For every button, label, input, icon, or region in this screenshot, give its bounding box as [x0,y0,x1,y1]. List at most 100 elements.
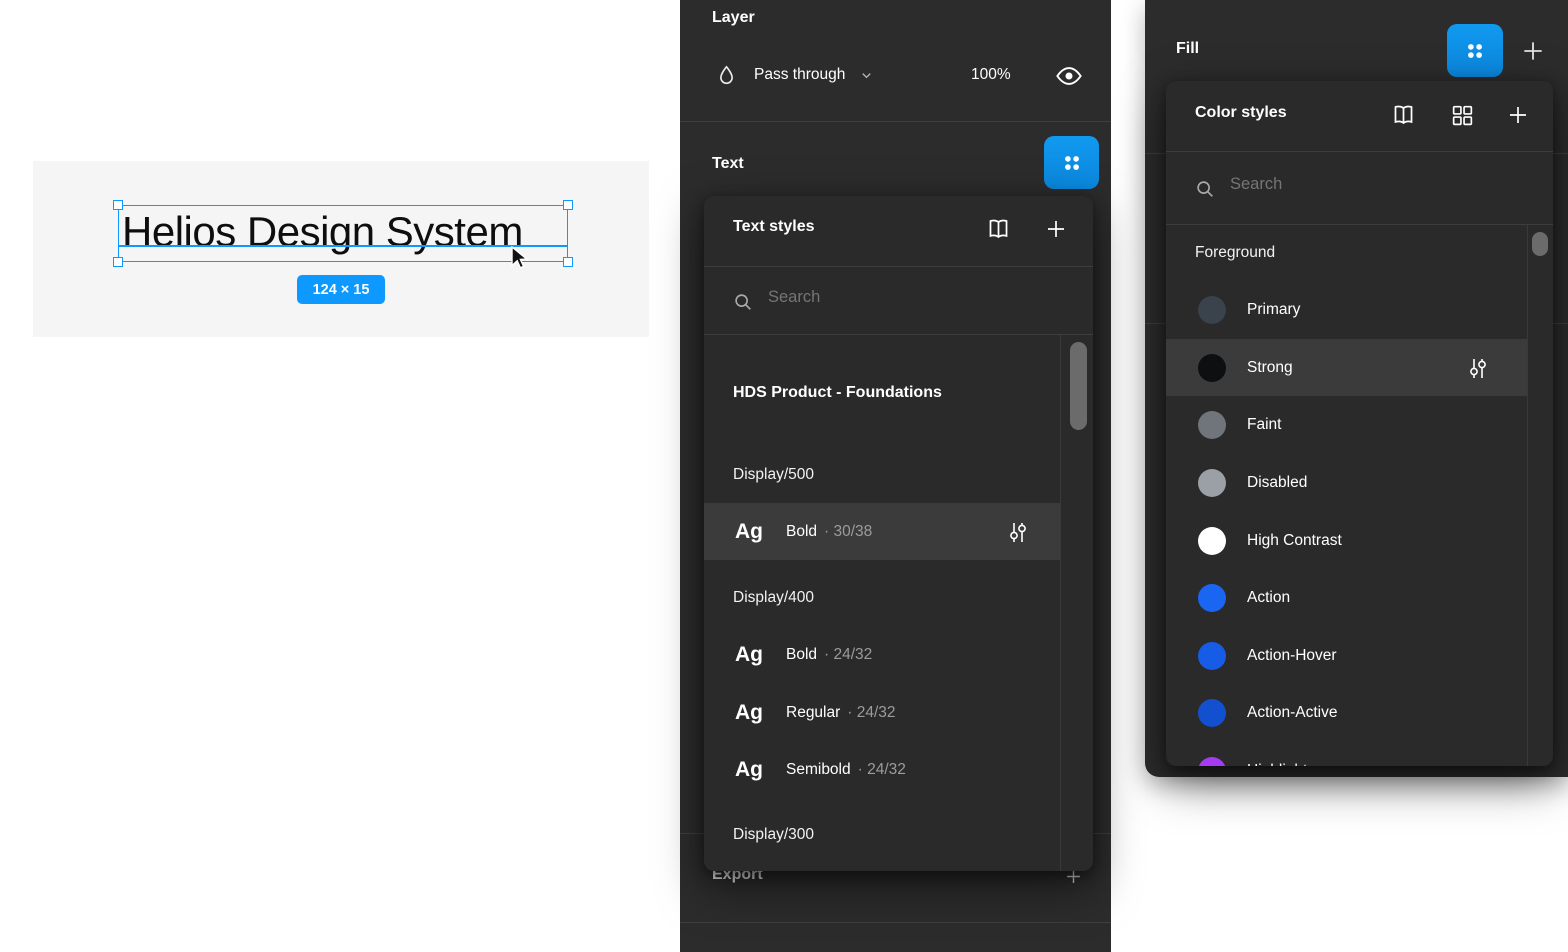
selection-handle-bottom-left[interactable] [113,257,123,267]
style-group-label: Display/400 [704,569,1060,626]
blend-mode-icon [714,63,739,89]
color-row[interactable]: Action [1166,569,1527,626]
color-label: Strong [1247,359,1293,377]
text-styles-button[interactable] [1044,136,1099,189]
add-style-button[interactable] [1042,215,1070,243]
search-icon [732,291,754,313]
adjust-style-button[interactable] [1464,355,1492,381]
library-button[interactable] [982,214,1014,244]
scroll-gutter [1527,225,1528,766]
grid-icon [1450,103,1475,128]
color-label: Faint [1247,416,1281,434]
selection-handle-top-right[interactable] [563,200,573,210]
library-icon [1390,102,1417,128]
section-divider [680,922,1111,923]
chevron-down-icon [859,68,874,83]
color-swatch [1198,527,1226,555]
section-divider [680,121,1111,122]
plus-icon [1506,103,1530,127]
visibility-toggle[interactable] [1053,63,1085,89]
color-label: Highlight [1247,762,1307,767]
properties-panel: Layer Pass through 100% Text [680,0,1111,952]
scrollbar-thumb[interactable] [1532,232,1548,256]
search-input[interactable] [1230,175,1470,194]
color-label: Primary [1247,301,1300,319]
text-style-row[interactable]: Ag Semibold · 24/32 [704,741,1060,798]
color-swatch [1198,757,1226,767]
text-style-row-selected[interactable]: Ag Bold · 30/38 [704,503,1060,560]
color-swatch [1198,699,1226,727]
color-label: Action-Active [1247,704,1337,722]
add-style-button[interactable] [1504,101,1532,129]
popup-divider [1166,151,1553,152]
color-label: Action-Hover [1247,647,1337,665]
plus-icon [1520,38,1546,64]
text-section-title: Text [712,155,744,173]
color-row[interactable]: Action-Hover [1166,627,1527,684]
selection-handle-bottom-right[interactable] [563,257,573,267]
popup-divider [704,266,1093,267]
scrollbar-thumb[interactable] [1070,342,1087,430]
eye-icon [1055,64,1083,88]
popup-title: Color styles [1195,104,1287,122]
style-sample: Ag [735,643,786,667]
canvas[interactable]: Helios Design System 124 × 15 [33,161,649,337]
adjust-style-button[interactable] [1004,519,1032,545]
style-sample: Ag [735,701,786,725]
color-row[interactable]: Highlight [1166,742,1527,766]
color-swatch [1198,296,1226,324]
opacity-value[interactable]: 100% [971,66,1011,84]
fill-section-title: Fill [1176,40,1199,58]
size-badge: 124 × 15 [297,275,385,304]
color-row-selected[interactable]: Strong [1166,339,1527,396]
selection-box[interactable] [118,205,568,262]
style-sample: Ag [735,520,786,544]
color-row[interactable]: Primary [1166,281,1527,338]
color-styles-popup: Color styles [1166,81,1553,766]
style-detail: · 24/32 [858,761,906,779]
fill-styles-button[interactable] [1447,24,1503,77]
style-group-label: Display/500 [704,446,1060,503]
color-swatch [1198,642,1226,670]
search-input[interactable] [768,288,1008,307]
style-name: Semibold [786,761,851,779]
style-name: Bold [786,646,817,664]
add-fill-button[interactable] [1519,37,1547,65]
style-group-label: Display/300 [704,806,1060,863]
text-style-row[interactable]: Ag Regular · 24/32 [704,684,1060,741]
style-detail: · 24/32 [824,646,872,664]
four-dots-icon [1462,38,1488,64]
color-section-label: Foreground [1166,224,1527,281]
style-sample: Ag [735,758,786,782]
style-section-label: HDS Product - Foundations [704,364,1060,421]
sliders-icon [1466,356,1490,381]
sliders-icon [1006,520,1030,545]
grid-view-button[interactable] [1447,101,1477,129]
fill-panel: Fill Color styles [1145,0,1568,777]
color-label: High Contrast [1247,532,1342,550]
color-swatch [1198,411,1226,439]
color-row[interactable]: Action-Active [1166,684,1527,741]
text-style-row[interactable]: Ag Bold · 24/32 [704,626,1060,683]
library-button[interactable] [1387,100,1419,130]
layer-section-title: Layer [712,9,755,27]
search-icon [1194,178,1216,200]
color-row[interactable]: High Contrast [1166,512,1527,569]
text-styles-popup: Text styles HDS Pro [704,196,1093,871]
style-detail: · 30/38 [824,523,872,541]
popup-title: Text styles [733,218,815,236]
text-baseline [118,245,568,247]
plus-icon [1044,217,1068,241]
scroll-gutter [1060,335,1061,871]
blend-mode-label: Pass through [754,66,845,84]
blend-mode-dropdown[interactable]: Pass through [754,66,874,84]
color-swatch [1198,584,1226,612]
color-row[interactable]: Faint [1166,396,1527,453]
color-swatch [1198,469,1226,497]
style-name: Bold [786,523,817,541]
style-name: Regular [786,704,840,722]
color-row[interactable]: Disabled [1166,454,1527,511]
selection-handle-top-left[interactable] [113,200,123,210]
four-dots-icon [1059,150,1085,176]
color-label: Action [1247,589,1290,607]
